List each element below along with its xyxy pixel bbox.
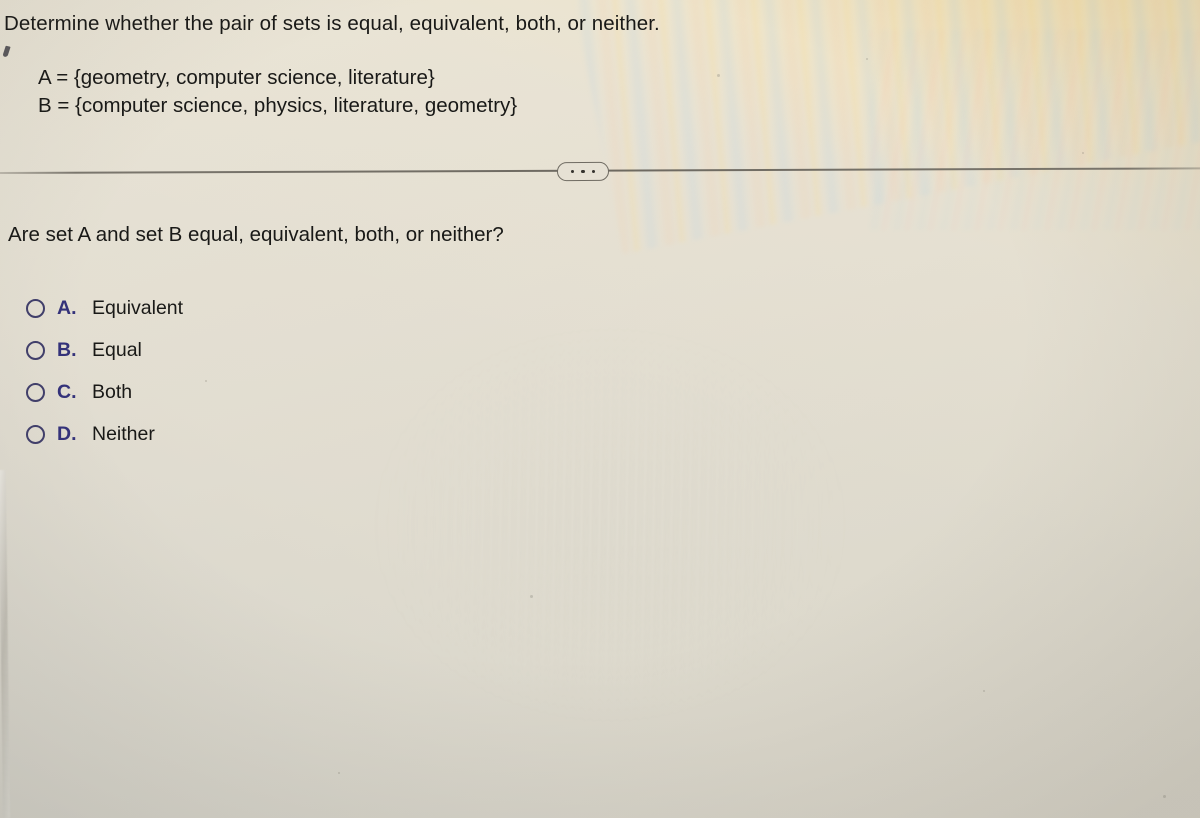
ellipsis-dot-3 — [591, 169, 595, 174]
radio-button-b[interactable] — [26, 340, 45, 360]
expand-ellipsis-button[interactable] — [556, 161, 610, 182]
option-row-c[interactable]: C. Both — [0, 371, 183, 413]
ellipsis-dot-1 — [571, 169, 575, 174]
option-label-b: Equal — [92, 338, 142, 361]
stray-cursor-mark — [2, 45, 11, 58]
radio-button-c[interactable] — [26, 382, 45, 402]
question-content: Determine whether the pair of sets is eq… — [0, 0, 1200, 818]
radio-button-d[interactable] — [26, 424, 45, 444]
question-text: Are set A and set B equal, equivalent, b… — [8, 223, 504, 246]
answer-options-list: A. Equivalent B. Equal C. Both D. Neithe… — [0, 287, 183, 455]
option-letter-c: C. — [57, 380, 77, 403]
set-b-definition: B = {computer science, physics, literatu… — [38, 94, 518, 117]
option-row-a[interactable]: A. Equivalent — [0, 287, 183, 329]
option-row-b[interactable]: B. Equal — [0, 329, 183, 371]
photographed-screen: Determine whether the pair of sets is eq… — [0, 0, 1200, 818]
option-label-c: Both — [92, 380, 133, 403]
option-letter-d: D. — [57, 422, 77, 445]
question-prompt: Determine whether the pair of sets is eq… — [4, 12, 660, 35]
option-label-d: Neither — [92, 422, 155, 445]
option-letter-b: B. — [57, 338, 77, 361]
option-letter-a: A. — [57, 296, 77, 319]
option-label-a: Equivalent — [92, 296, 184, 319]
radio-button-a[interactable] — [26, 298, 45, 318]
ellipsis-dot-2 — [581, 169, 585, 174]
option-row-d[interactable]: D. Neither — [0, 413, 183, 455]
set-a-definition: A = {geometry, computer science, literat… — [38, 66, 435, 89]
